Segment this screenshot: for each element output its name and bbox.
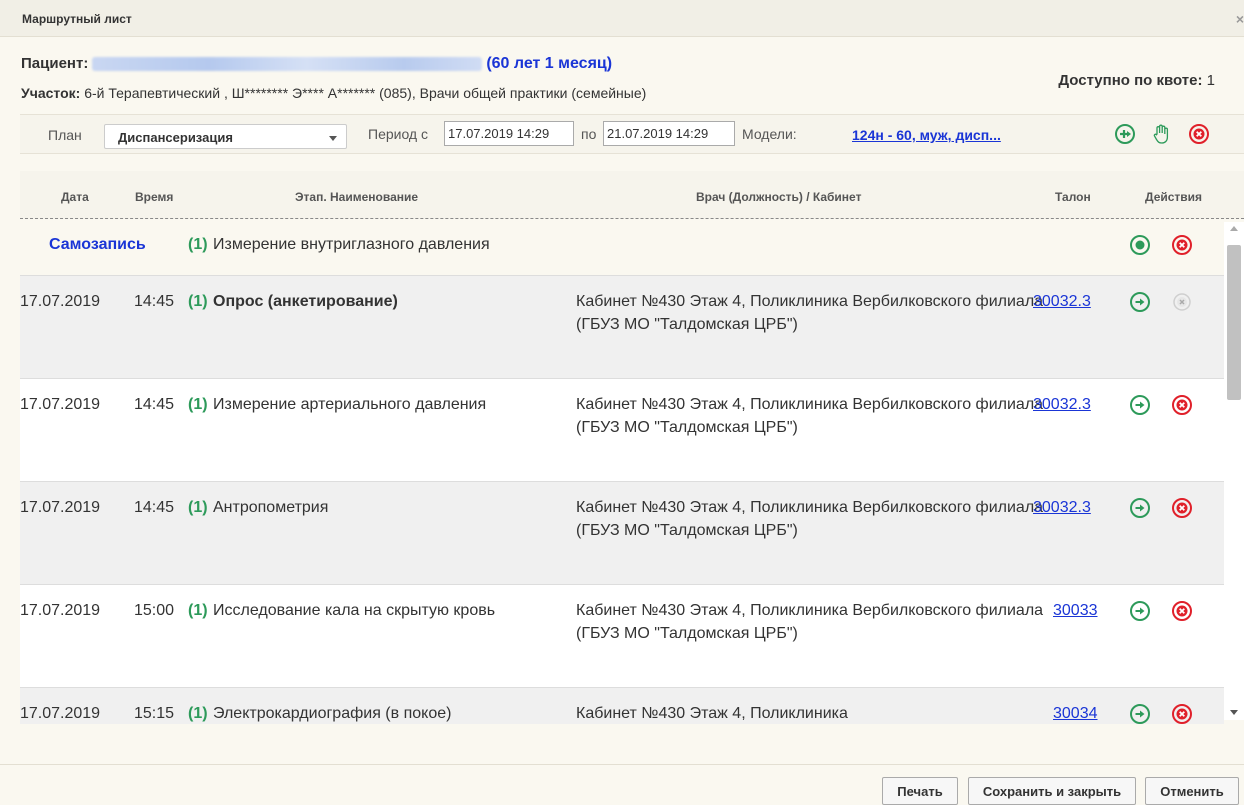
cancel-button[interactable]: Отменить xyxy=(1145,777,1239,805)
service-name: Измерение артериального давления xyxy=(213,396,487,413)
stage-number: (1) xyxy=(188,236,208,253)
doctor-cabinet: Кабинет №430 Этаж 4, Поликлиника Вербилк… xyxy=(576,499,1044,539)
talon-link[interactable]: 30032.3 xyxy=(1033,393,1091,416)
stage-number: (1) xyxy=(188,396,208,413)
table-row[interactable]: 17.07.2019 14:45 (1) Опрос (анкетировани… xyxy=(20,276,1224,379)
models-label: Модели: xyxy=(742,126,797,142)
close-icon[interactable]: × xyxy=(1236,11,1244,27)
table-header: Дата Время Этап. Наименование Врач (Долж… xyxy=(20,171,1244,219)
stage-number: (1) xyxy=(188,293,208,310)
talon-link[interactable]: 30033 xyxy=(1053,599,1098,622)
row-date: 17.07.2019 xyxy=(20,396,101,413)
window-title: Маршрутный лист xyxy=(22,12,132,26)
row-time: 14:45 xyxy=(134,499,175,516)
header-time[interactable]: Время xyxy=(135,190,173,204)
period-to-label: по xyxy=(581,126,597,142)
go-arrow-icon[interactable] xyxy=(1128,702,1152,724)
doctor-cabinet: Кабинет №430 Этаж 4, Поликлиника Вербилк… xyxy=(576,396,1044,436)
header-name[interactable]: Этап. Наименование xyxy=(295,190,418,204)
period-to-input[interactable] xyxy=(603,121,735,146)
doctor-cabinet: Кабинет №430 Этаж 4, Поликлиника Вербилк… xyxy=(576,602,1044,642)
cancel-circle-icon[interactable] xyxy=(1170,233,1194,257)
doctor-cabinet: Кабинет №430 Этаж 4, Поликлиника xyxy=(576,705,848,722)
header-date[interactable]: Дата xyxy=(61,190,89,204)
table-row[interactable]: 17.07.2019 14:45 (1) Измерение артериаль… xyxy=(20,379,1224,482)
plan-select-value: Диспансеризация xyxy=(118,130,233,145)
row-time: 14:45 xyxy=(134,293,175,310)
filter-bar: План Диспансеризация Период с по Модели:… xyxy=(20,114,1244,154)
period-from-input[interactable] xyxy=(444,121,574,146)
cancel-disabled-icon xyxy=(1173,293,1191,311)
service-name: Опрос (анкетирование) xyxy=(213,293,398,310)
service-name: Электрокардиография (в покое) xyxy=(213,705,452,722)
quota-value: 1 xyxy=(1206,72,1215,89)
scroll-down-icon[interactable] xyxy=(1230,710,1238,715)
table-row[interactable]: 17.07.2019 15:00 (1) Исследование кала н… xyxy=(20,585,1224,688)
quota: Доступно по квоте: 1 xyxy=(1058,72,1215,89)
route-table-body: Самозапись (1) Измерение внутриглазного … xyxy=(20,219,1224,724)
table-row[interactable]: 17.07.2019 14:45 (1) Антропометрия Кабин… xyxy=(20,482,1224,585)
record-radio-icon[interactable] xyxy=(1128,233,1152,257)
go-arrow-icon[interactable] xyxy=(1128,290,1152,314)
chevron-down-icon xyxy=(329,136,337,141)
section-value: 6-й Терапевтический , Ш******** Э**** А*… xyxy=(84,85,647,101)
doctor-cabinet: Кабинет №430 Этаж 4, Поликлиника Вербилк… xyxy=(576,293,1044,333)
talon-link[interactable]: 30032.3 xyxy=(1033,290,1091,313)
patient-age: (60 лет 1 месяц) xyxy=(486,55,613,72)
header-doctor[interactable]: Врач (Должность) / Кабинет xyxy=(696,190,861,204)
patient-label: Пациент: xyxy=(21,55,89,72)
cancel-circle-icon[interactable] xyxy=(1170,599,1194,623)
service-name: Измерение внутриглазного давления xyxy=(213,236,490,253)
section-line: Участок: 6-й Терапевтический , Ш********… xyxy=(21,85,646,101)
stage-number: (1) xyxy=(188,705,208,722)
header-talon[interactable]: Талон xyxy=(1055,190,1091,204)
go-arrow-icon[interactable] xyxy=(1128,496,1152,520)
plan-label: План xyxy=(48,127,82,143)
scroll-up-icon[interactable] xyxy=(1230,226,1238,231)
models-link[interactable]: 124н - 60, муж, дисп... xyxy=(852,127,1001,143)
service-name: Исследование кала на скрытую кровь xyxy=(213,602,496,619)
service-name: Антропометрия xyxy=(213,499,329,516)
cancel-circle-icon[interactable] xyxy=(1188,123,1210,145)
save-close-button[interactable]: Сохранить и закрыть xyxy=(968,777,1136,805)
header-actions: Действия xyxy=(1145,190,1203,204)
row-date: 17.07.2019 xyxy=(20,705,101,722)
dialog-footer: Печать Сохранить и закрыть Отменить xyxy=(0,764,1244,805)
talon-link[interactable]: 30034 xyxy=(1053,702,1098,724)
add-circle-icon[interactable] xyxy=(1114,123,1136,145)
period-from-label: Период с xyxy=(368,126,428,142)
go-arrow-icon[interactable] xyxy=(1128,599,1152,623)
row-time: 14:45 xyxy=(134,396,175,413)
title-bar: Маршрутный лист × xyxy=(0,0,1244,37)
selfrecord-row[interactable]: Самозапись (1) Измерение внутриглазного … xyxy=(20,219,1224,276)
quota-label: Доступно по квоте: xyxy=(1058,72,1203,89)
section-label: Участок: xyxy=(21,85,81,101)
row-time: 15:00 xyxy=(134,602,175,619)
cancel-circle-icon[interactable] xyxy=(1170,393,1194,417)
route-sheet-dialog: Маршрутный лист × Пациент: (60 лет 1 меся… xyxy=(0,0,1244,805)
patient-line: Пациент: (60 лет 1 месяц) xyxy=(21,55,612,73)
row-date: 17.07.2019 xyxy=(20,293,101,310)
talon-link[interactable]: 30032.3 xyxy=(1033,496,1091,519)
plan-select[interactable]: Диспансеризация xyxy=(104,124,347,149)
stage-number: (1) xyxy=(188,602,208,619)
row-date: 17.07.2019 xyxy=(20,499,101,516)
stage-number: (1) xyxy=(188,499,208,516)
cancel-circle-icon[interactable] xyxy=(1170,702,1194,724)
cancel-circle-icon[interactable] xyxy=(1170,496,1194,520)
table-row[interactable]: 17.07.2019 15:15 (1) Электрокардиография… xyxy=(20,688,1224,724)
print-button[interactable]: Печать xyxy=(882,777,958,805)
scrollbar-thumb[interactable] xyxy=(1227,245,1241,400)
hand-icon[interactable] xyxy=(1151,123,1173,145)
selfrecord-label: Самозапись xyxy=(49,236,146,253)
row-time: 15:15 xyxy=(134,705,175,722)
go-arrow-icon[interactable] xyxy=(1128,393,1152,417)
patient-name-redacted xyxy=(92,57,483,72)
row-date: 17.07.2019 xyxy=(20,602,101,619)
